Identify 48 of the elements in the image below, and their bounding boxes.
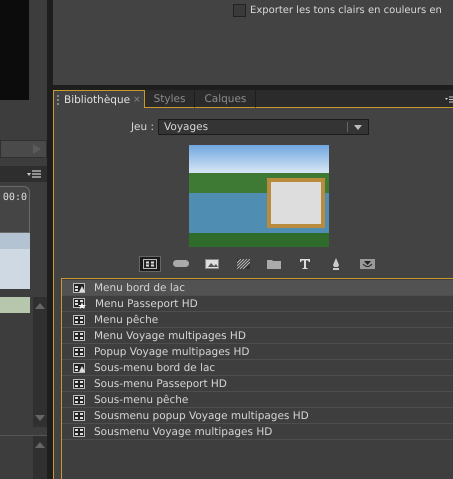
dropdown-caret-icon[interactable] — [354, 124, 362, 130]
set-label: Jeu : — [130, 121, 154, 133]
menu-list-item[interactable]: Menu pêche — [62, 312, 453, 328]
motion-menu-icon — [73, 282, 85, 292]
grip-icon[interactable] — [57, 94, 61, 104]
menu-list-item[interactable]: Menu bord de lac — [62, 280, 453, 296]
folder-icon — [267, 258, 281, 268]
panel-menu-icon[interactable] — [27, 170, 41, 178]
menu-icon — [73, 394, 85, 404]
export-checkbox-option[interactable]: Exporter les tons clairs en couleurs en — [233, 2, 442, 18]
image-icon — [205, 258, 219, 268]
scroll-up-icon[interactable] — [35, 303, 45, 309]
tab[interactable]: Calques — [195, 90, 256, 108]
menu-list-item[interactable]: Popup Voyage multipages HD — [62, 344, 453, 360]
motion-menu-icon — [73, 362, 85, 372]
menu-list-item[interactable]: Menu Voyage multipages HD — [62, 328, 453, 344]
timeline-track — [0, 297, 30, 313]
menu-list-item[interactable]: Sousmenu Voyage multipages HD — [62, 424, 453, 440]
timecode: 00:0 — [2, 192, 27, 203]
checkbox[interactable] — [233, 4, 246, 16]
hatch-pattern-icon — [236, 258, 250, 268]
menu-icon — [143, 258, 157, 268]
scroll-up-icon[interactable] — [35, 442, 45, 448]
scrollbar[interactable] — [33, 297, 47, 427]
pen-nib-icon — [332, 258, 340, 270]
tab[interactable]: Styles — [144, 90, 196, 108]
menu-icon — [73, 426, 85, 436]
menu-icon — [73, 330, 85, 340]
menu-list-item[interactable]: Sous-menu pêche — [62, 392, 453, 408]
favorite-menu-icon — [73, 298, 86, 309]
checkbox-label: Exporter les tons clairs en couleurs en — [250, 4, 442, 16]
scroll-down-icon[interactable] — [35, 415, 45, 421]
menu-icon — [73, 410, 85, 420]
text-tool-icon — [300, 258, 310, 268]
rounded-button-icon — [173, 260, 189, 267]
tab[interactable]: Bibliothèque × — [53, 90, 145, 108]
menu-list-item[interactable]: Menu Passeport HD — [62, 296, 453, 312]
menu-icon — [73, 346, 85, 356]
set-dropdown[interactable]: Voyages — [158, 119, 370, 135]
panel-menu-icon[interactable] — [445, 96, 453, 102]
menu-category-button[interactable] — [139, 256, 161, 272]
menu-list-item[interactable]: Sous-menu bord de lac — [62, 360, 453, 376]
menu-icon — [73, 314, 85, 324]
menu-icon — [73, 378, 85, 388]
scrollbar[interactable] — [33, 436, 47, 479]
menu-list-item[interactable]: Sousmenu popup Voyage multipages HD — [62, 408, 453, 424]
download-icon — [360, 258, 374, 268]
menu-list-item[interactable]: Sous-menu Passeport HD — [62, 376, 453, 392]
